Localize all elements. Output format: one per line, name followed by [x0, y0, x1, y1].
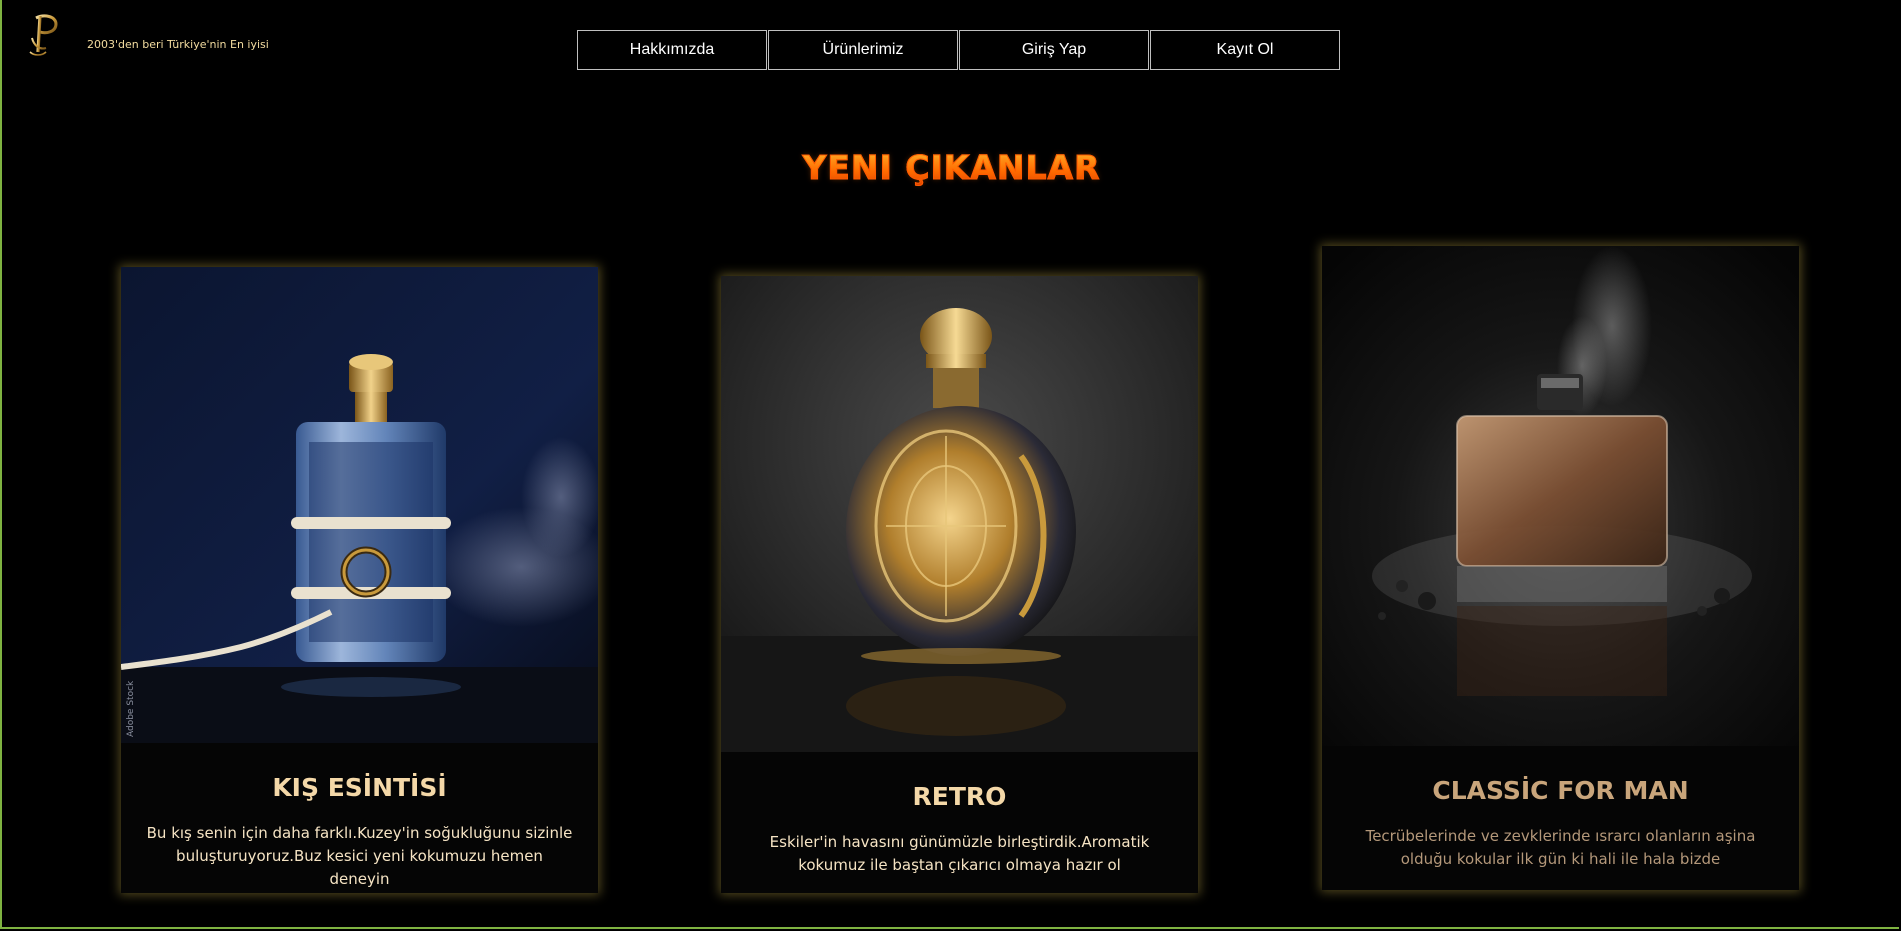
- nav-register-button[interactable]: Kayıt Ol: [1150, 30, 1340, 70]
- nav-about-button[interactable]: Hakkımızda: [577, 30, 767, 70]
- nav-products-button[interactable]: Ürünlerimiz: [768, 30, 958, 70]
- product-image-blue-perfume[interactable]: Adobe Stock: [121, 267, 598, 743]
- product-title: CLASSİC FOR MAN: [1432, 776, 1689, 805]
- image-watermark: Adobe Stock: [126, 680, 136, 737]
- product-description: Bu kış senin için daha farklı.Kuzey'in s…: [146, 824, 573, 888]
- product-card[interactable]: Adobe Stock KIŞ ESİNTİSİ Bu kış senin iç…: [121, 267, 598, 893]
- product-image-gold-perfume[interactable]: [721, 276, 1198, 752]
- product-description: Tecrübelerinde ve zevklerinde ısrarcı ol…: [1365, 827, 1756, 868]
- product-image-amber-perfume[interactable]: [1322, 246, 1799, 746]
- product-title: RETRO: [912, 782, 1007, 811]
- product-card[interactable]: RETRO Eskiler'in havasını günümüzle birl…: [721, 276, 1198, 893]
- nav-login-button[interactable]: Giriş Yap: [959, 30, 1149, 70]
- product-description: Eskiler'in havasını günümüzle birleştird…: [769, 833, 1150, 874]
- page: 2003'den beri Türkiye'nin En iyisi Hakkı…: [0, 0, 1899, 929]
- main-nav: Hakkımızda Ürünlerimiz Giriş Yap Kayıt O…: [577, 30, 1341, 70]
- product-title: KIŞ ESİNTİSİ: [272, 773, 447, 802]
- brand-logo[interactable]: [26, 12, 62, 58]
- brand-tagline: 2003'den beri Türkiye'nin En iyisi: [87, 38, 269, 51]
- section-title: YENI ÇIKANLAR: [2, 148, 1901, 188]
- product-card[interactable]: CLASSİC FOR MAN Tecrübelerinde ve zevkle…: [1322, 246, 1799, 890]
